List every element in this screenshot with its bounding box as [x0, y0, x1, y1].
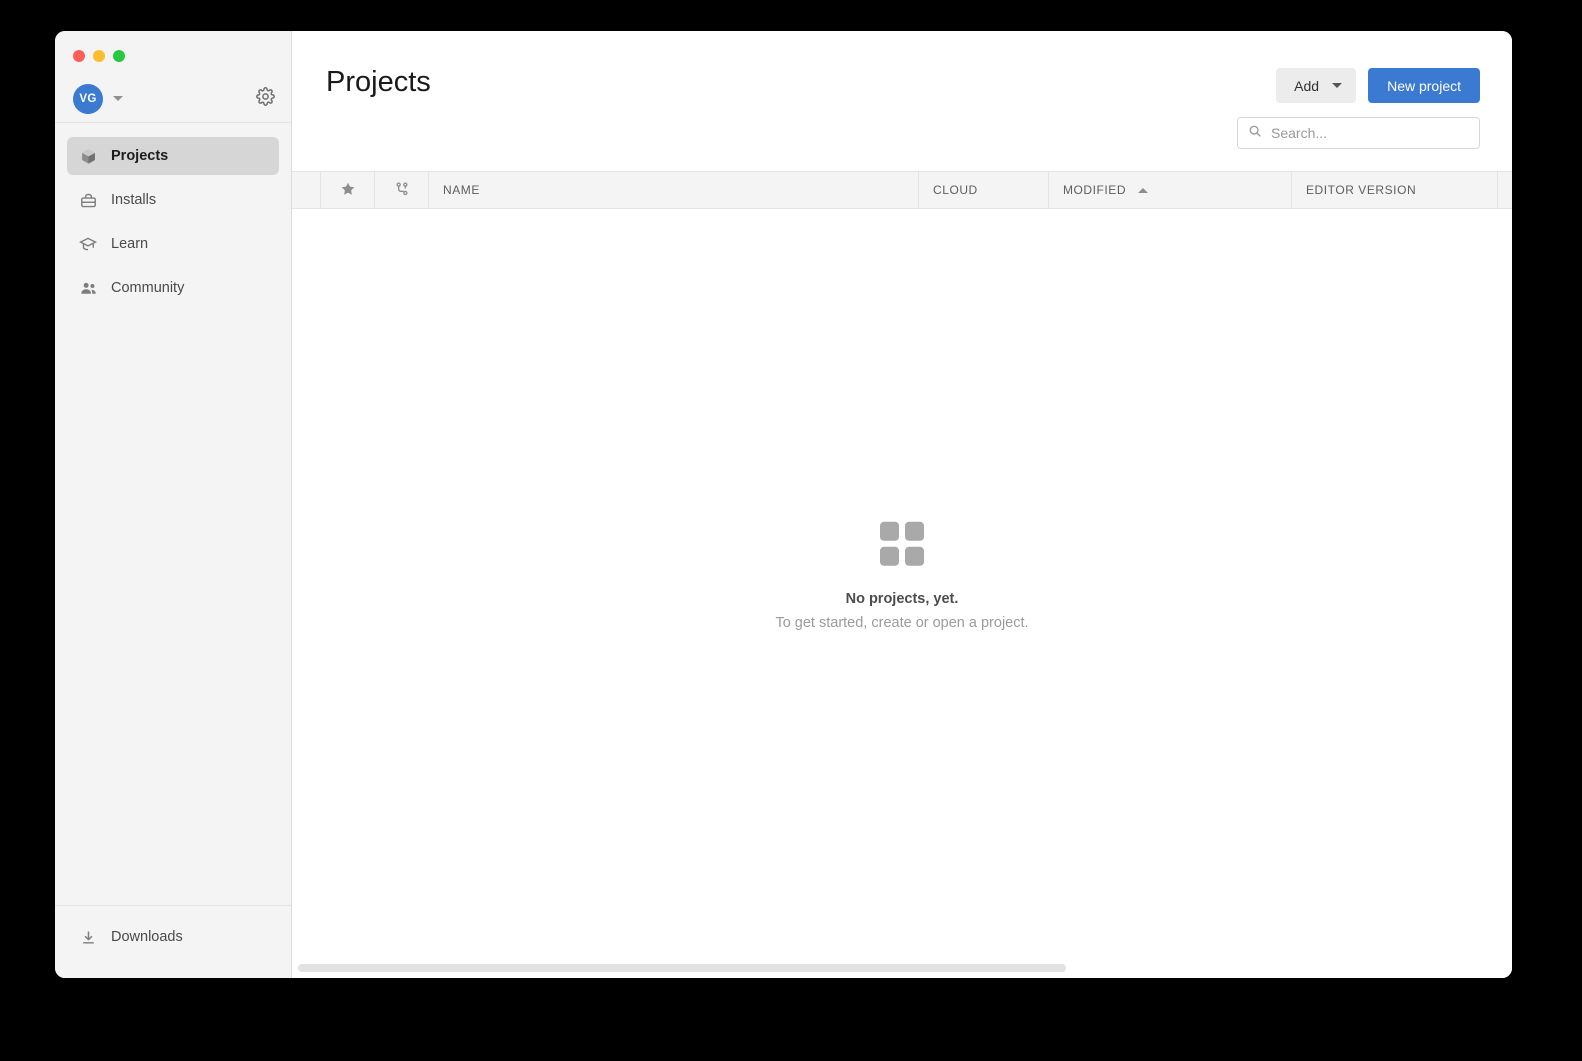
- window-controls: [55, 31, 291, 75]
- sidebar-item-label: Projects: [111, 148, 169, 164]
- sidebar-item-installs[interactable]: Installs: [67, 181, 279, 219]
- toolbox-icon: [77, 192, 99, 209]
- table-header-overflow: [1498, 172, 1512, 208]
- download-icon: [77, 929, 99, 946]
- unity-hub-window: VG Projects Installs Learn Community Dow…: [55, 31, 1512, 978]
- grid-2x2-icon: [880, 521, 924, 566]
- sidebar-item-label: Community: [111, 280, 185, 296]
- main-content: Projects Add New project Search... NAME …: [292, 31, 1512, 978]
- new-project-button[interactable]: New project: [1368, 68, 1480, 103]
- settings-button[interactable]: [256, 86, 275, 111]
- sidebar-item-label: Installs: [111, 192, 157, 208]
- sidebar: VG Projects Installs Learn Community Dow…: [55, 31, 292, 978]
- grid-cell: [905, 546, 924, 566]
- header-actions: Add New project: [1276, 65, 1480, 103]
- search-icon: [1248, 124, 1262, 143]
- close-window-button[interactable]: [73, 50, 85, 62]
- sidebar-item-learn[interactable]: Learn: [67, 225, 279, 263]
- account-row: VG: [55, 75, 291, 123]
- table-header-gutter: [292, 172, 321, 208]
- page-title: Projects: [326, 66, 431, 98]
- table-header-favorite[interactable]: [321, 172, 375, 208]
- graduation-cap-icon: [77, 235, 99, 253]
- empty-state-title: No projects, yet.: [845, 590, 959, 607]
- table-header-modified-label: MODIFIED: [1063, 183, 1127, 197]
- grid-cell: [880, 521, 899, 541]
- minimize-window-button[interactable]: [93, 50, 105, 62]
- table-header-modified[interactable]: MODIFIED: [1049, 172, 1292, 208]
- maximize-window-button[interactable]: [113, 50, 125, 62]
- add-button[interactable]: Add: [1276, 68, 1357, 103]
- cube-icon: [77, 148, 99, 165]
- chevron-down-icon[interactable]: [113, 96, 123, 101]
- star-icon: [340, 181, 356, 200]
- sidebar-item-projects[interactable]: Projects: [67, 137, 279, 175]
- sidebar-nav: Projects Installs Learn Community: [55, 123, 291, 313]
- version-control-icon: [394, 181, 410, 200]
- horizontal-scrollbar[interactable]: [292, 960, 1512, 978]
- sort-asc-icon: [1138, 187, 1149, 193]
- search-box[interactable]: [1237, 117, 1480, 149]
- table-header-version-control[interactable]: [375, 172, 429, 208]
- table-header-row: NAME CLOUD MODIFIED EDITOR VERSION: [292, 171, 1512, 209]
- horizontal-scrollbar-thumb[interactable]: [298, 964, 1066, 972]
- people-icon: [77, 279, 99, 298]
- search-input[interactable]: [1271, 125, 1469, 141]
- table-header-cloud[interactable]: CLOUD: [919, 172, 1049, 208]
- grid-cell: [880, 546, 899, 566]
- empty-state-subtitle: To get started, create or open a project…: [775, 614, 1029, 631]
- avatar[interactable]: VG: [73, 83, 103, 114]
- add-button-label: Add: [1294, 77, 1320, 94]
- table-header-editor-version[interactable]: EDITOR VERSION: [1292, 172, 1498, 208]
- sidebar-item-label: Downloads: [111, 929, 183, 945]
- empty-state: No projects, yet. To get started, create…: [292, 521, 1512, 630]
- sidebar-item-label: Learn: [111, 236, 149, 252]
- sidebar-item-downloads[interactable]: Downloads: [67, 918, 279, 956]
- grid-cell: [905, 521, 924, 541]
- table-header-name[interactable]: NAME: [429, 172, 919, 208]
- sidebar-item-community[interactable]: Community: [67, 269, 279, 307]
- chevron-down-icon: [1332, 83, 1343, 88]
- gear-icon: [256, 86, 275, 111]
- search-row: [292, 117, 1512, 171]
- main-header: Projects Add New project: [292, 31, 1512, 117]
- projects-table: NAME CLOUD MODIFIED EDITOR VERSION No pr…: [292, 171, 1512, 978]
- table-body: No projects, yet. To get started, create…: [292, 209, 1512, 960]
- sidebar-bottom: Downloads: [55, 905, 291, 978]
